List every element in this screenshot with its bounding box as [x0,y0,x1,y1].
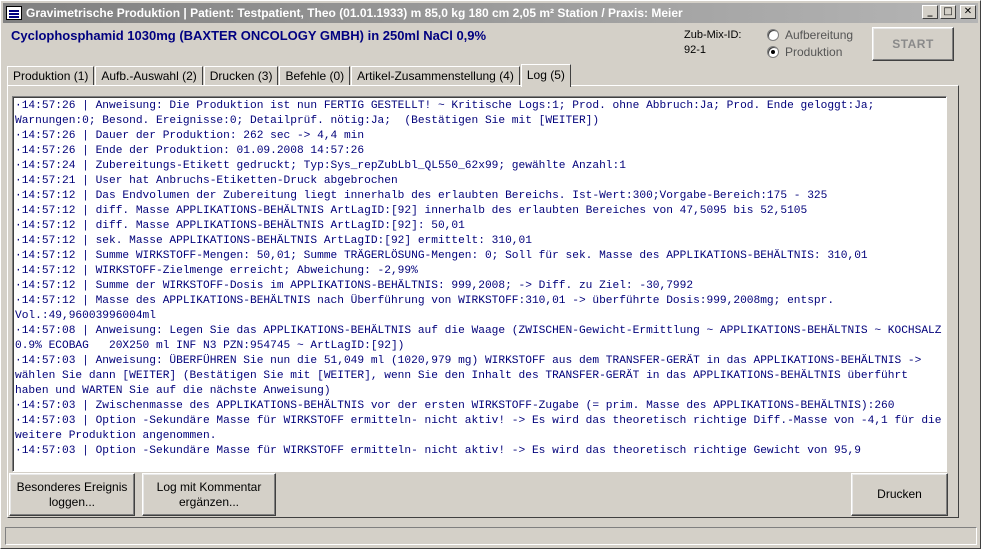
log-entry: ·14:57:08 | Anweisung: Legen Sie das APP… [15,325,942,352]
log-entry: ·14:57:12 | Summe WIRKSTOFF-Mengen: 50,0… [15,250,868,262]
log-entry: ·14:57:26 | Ende der Produktion: 01.09.2… [15,145,365,157]
maximize-button[interactable]: □ [940,5,956,19]
radio-label: Aufbereitung [785,28,854,42]
log-entry: ·14:57:12 | diff. Masse APPLIKATIONS-BEH… [15,220,465,232]
mode-radio-group: Aufbereitung Produktion [767,27,853,61]
log-list[interactable]: ·14:57:26 | Anweisung: Die Produktion is… [12,96,947,472]
log-entry: ·14:57:03 | Anweisung: ÜBERFÜHREN Sie nu… [15,355,929,397]
zub-mix-label: Zub-Mix-ID: [684,29,742,41]
log-entry: ·14:57:12 | Summe der WIRKSTOFF-Dosis im… [15,280,694,292]
log-entry: ·14:57:12 | sek. Masse APPLIKATIONS-BEHÄ… [15,235,532,247]
title-bar[interactable]: Gravimetrische Produktion | Patient: Tes… [3,3,978,23]
start-button[interactable]: START [872,27,954,61]
product-title: Cyclophosphamid 1030mg (BAXTER ONCOLOGY … [11,28,487,43]
log-special-event-button[interactable]: Besonderes Ereignis loggen... [9,473,135,516]
app-window: Gravimetrische Produktion | Patient: Tes… [0,0,981,549]
log-entry: ·14:57:21 | User hat Anbruchs-Etiketten-… [15,175,398,187]
window-title: Gravimetrische Produktion | Patient: Tes… [26,6,683,20]
close-button[interactable]: ✕ [960,5,976,19]
log-entry: ·14:57:26 | Dauer der Produktion: 262 se… [15,130,365,142]
log-entry: ·14:57:12 | Masse des APPLIKATIONS-BEHÄL… [15,295,841,322]
tab-produktion[interactable]: Produktion (1) [7,66,95,86]
log-comment-button[interactable]: Log mit Kommentar ergänzen... [142,473,276,516]
radio-circle[interactable] [767,46,779,58]
status-bar [5,527,977,545]
tab-log[interactable]: Log (5) [520,64,571,87]
log-entry: ·14:57:12 | diff. Masse APPLIKATIONS-BEH… [15,205,808,217]
minimize-button[interactable]: _ [922,5,938,19]
log-entry: ·14:57:03 | Zwischenmasse des APPLIKATIO… [15,400,895,412]
log-entry: ·14:57:03 | Option -Sekundäre Masse für … [15,415,942,442]
radio-produktion[interactable]: Produktion [767,44,853,60]
window-controls: _ □ ✕ [922,5,976,19]
app-icon [6,6,22,20]
log-entry: ·14:57:24 | Zubereitungs-Etikett gedruck… [15,160,626,172]
log-entry: ·14:57:12 | Das Endvolumen der Zubereitu… [15,190,828,202]
tab-drucken[interactable]: Drucken (3) [203,66,279,86]
tab-bar: Produktion (1) Aufb.-Auswahl (2) Drucken… [7,64,572,87]
radio-aufbereitung[interactable]: Aufbereitung [767,27,853,43]
radio-label: Produktion [785,45,843,59]
log-entry: ·14:57:03 | Option -Sekundäre Masse für … [15,445,861,457]
tab-artikel-zusammenstellung[interactable]: Artikel-Zusammenstellung (4) [351,66,520,86]
log-entry: ·14:57:12 | WIRKSTOFF-Zielmenge erreicht… [15,265,418,277]
zub-mix-value: 92-1 [684,44,707,56]
radio-circle[interactable] [767,29,779,41]
print-button[interactable]: Drucken [851,473,948,516]
log-entry: ·14:57:26 | Anweisung: Die Produktion is… [15,100,882,127]
tab-aufb-auswahl[interactable]: Aufb.-Auswahl (2) [95,66,203,86]
tab-befehle[interactable]: Befehle (0) [279,66,351,86]
